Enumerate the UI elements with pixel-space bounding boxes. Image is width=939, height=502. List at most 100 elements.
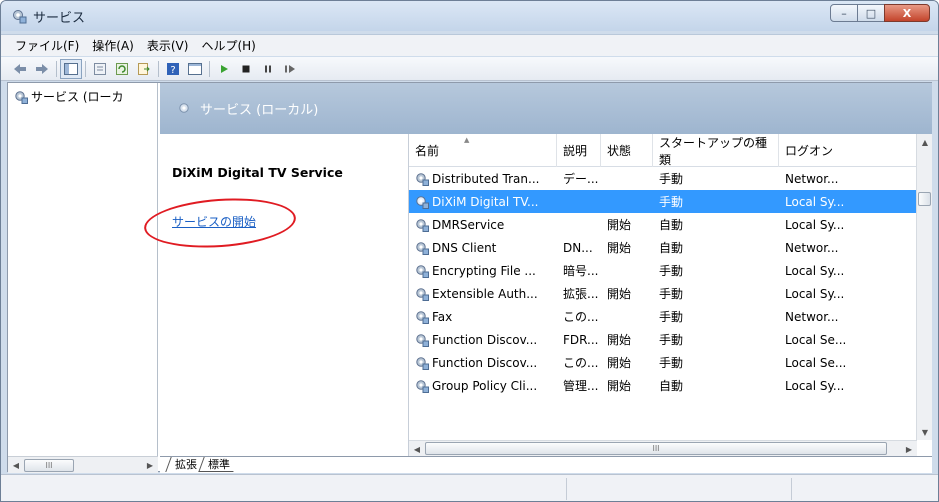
title-bar[interactable]: サービス – □ X bbox=[1, 1, 938, 31]
service-name-cell: DiXiM Digital TV... bbox=[409, 195, 557, 209]
service-startup-type: 手動 bbox=[659, 333, 684, 347]
service-name: Fax bbox=[432, 309, 453, 324]
service-logon: Local Sy... bbox=[785, 378, 845, 393]
services-window: サービス – □ X ファイル(F) 操作(A) 表示(V) ヘルプ(H) ? … bbox=[0, 0, 939, 502]
services-gear-icon bbox=[15, 90, 28, 104]
forward-arrow-icon[interactable] bbox=[31, 59, 53, 79]
service-name: Function Discov... bbox=[432, 355, 538, 370]
scroll-down-arrow-icon[interactable]: ▼ bbox=[917, 424, 933, 440]
service-name-cell: Fax bbox=[409, 310, 557, 324]
services-list: 名前 ▲ 説明 状態 スタートアップの種類 ログオン Distributed T… bbox=[408, 134, 932, 456]
table-row[interactable]: DiXiM Digital TV... 手動 Local Sy... bbox=[409, 190, 917, 213]
service-status: 開始 bbox=[607, 218, 632, 232]
table-row[interactable]: Encrypting File ... 暗号... 手動 Local Sy... bbox=[409, 259, 917, 282]
service-name-cell: Distributed Tran... bbox=[409, 172, 557, 186]
scroll-left-arrow-icon[interactable]: ◀ bbox=[409, 441, 425, 457]
service-name-cell: DNS Client bbox=[409, 241, 557, 255]
service-name-cell: DMRService bbox=[409, 218, 557, 232]
export-list-icon[interactable] bbox=[133, 59, 155, 79]
table-row[interactable]: Group Policy Cli... 管理... 開始 自動 Local Sy... bbox=[409, 374, 917, 397]
services-gear-icon bbox=[179, 102, 189, 113]
properties-icon[interactable] bbox=[89, 59, 111, 79]
column-header-description[interactable]: 説明 bbox=[557, 134, 601, 167]
menu-view[interactable]: 表示(V) bbox=[147, 37, 189, 54]
start-service-icon[interactable] bbox=[213, 59, 235, 79]
status-bar-divider bbox=[566, 478, 567, 500]
table-row[interactable]: Function Discov... この... 開始 手動 Local Se... bbox=[409, 351, 917, 374]
services-gear-icon bbox=[13, 10, 27, 24]
stop-service-icon[interactable] bbox=[235, 59, 257, 79]
service-status: 開始 bbox=[607, 287, 632, 301]
help-icon[interactable]: ? bbox=[162, 59, 184, 79]
main-client-area: サービス (ローカ ◀ III ▶ サービス (ローカル) DiXiM Digi… bbox=[7, 82, 932, 473]
service-description: この... bbox=[563, 356, 599, 370]
service-name: DiXiM Digital TV... bbox=[432, 194, 539, 209]
menu-help[interactable]: ヘルプ(H) bbox=[201, 37, 255, 54]
toolbar-separator bbox=[158, 60, 159, 77]
service-description: FDR... bbox=[563, 332, 599, 347]
table-row[interactable]: Extensible Auth... 拡張... 開始 手動 Local Sy... bbox=[409, 282, 917, 305]
pause-service-icon[interactable] bbox=[257, 59, 279, 79]
column-header-status[interactable]: 状態 bbox=[601, 134, 653, 167]
close-button[interactable]: X bbox=[884, 4, 930, 22]
service-status: 開始 bbox=[607, 356, 632, 370]
view-tabs: 拡張 標準 bbox=[160, 456, 932, 473]
vertical-scroll-thumb[interactable] bbox=[918, 192, 931, 206]
table-row[interactable]: Function Discov... FDR... 開始 手動 Local Se... bbox=[409, 328, 917, 351]
toolbar: ? bbox=[1, 57, 938, 81]
pane-banner: サービス (ローカル) bbox=[160, 83, 932, 134]
status-bar bbox=[1, 474, 938, 501]
window-title: サービス bbox=[33, 10, 86, 26]
scroll-left-arrow-icon[interactable]: ◀ bbox=[8, 457, 24, 473]
service-startup-type: 手動 bbox=[659, 287, 684, 301]
tree-scroll-thumb[interactable]: III bbox=[24, 458, 74, 472]
minimize-button[interactable]: – bbox=[830, 4, 858, 22]
details-pane: サービス (ローカル) DiXiM Digital TV Service サービ… bbox=[142, 83, 932, 473]
table-row[interactable]: Distributed Tran... デー... 手動 Networ... bbox=[409, 167, 917, 190]
service-logon: Local Sy... bbox=[785, 194, 845, 209]
service-logon: Networ... bbox=[785, 309, 839, 324]
service-startup-type: 自動 bbox=[659, 379, 684, 393]
service-name-cell: Extensible Auth... bbox=[409, 287, 557, 301]
column-header-startup-type[interactable]: スタートアップの種類 bbox=[653, 134, 779, 167]
horizontal-scroll-thumb[interactable]: III bbox=[425, 442, 887, 455]
back-arrow-icon[interactable] bbox=[9, 59, 31, 79]
column-header-name[interactable]: 名前 ▲ bbox=[409, 134, 557, 167]
service-logon: Local Se... bbox=[785, 332, 847, 347]
service-gear-icon bbox=[416, 356, 429, 370]
table-row[interactable]: DMRService 開始 自動 Local Sy... bbox=[409, 213, 917, 236]
refresh-icon[interactable] bbox=[111, 59, 133, 79]
restart-service-icon[interactable] bbox=[279, 59, 301, 79]
service-gear-icon bbox=[416, 379, 429, 393]
service-status: 開始 bbox=[607, 379, 632, 393]
console-icon[interactable] bbox=[184, 59, 206, 79]
service-startup-type: 自動 bbox=[659, 241, 684, 255]
svg-text:?: ? bbox=[170, 65, 175, 75]
maximize-button[interactable]: □ bbox=[857, 4, 885, 22]
scroll-right-arrow-icon[interactable]: ▶ bbox=[901, 441, 917, 457]
service-description: DN... bbox=[563, 240, 593, 255]
start-service-link[interactable]: サービスの開始 bbox=[172, 213, 256, 230]
list-header: 名前 ▲ 説明 状態 スタートアップの種類 ログオン bbox=[409, 134, 932, 167]
column-header-logon[interactable]: ログオン bbox=[779, 134, 901, 167]
table-row[interactable]: DNS Client DN... 開始 自動 Networ... bbox=[409, 236, 917, 259]
list-vertical-scrollbar[interactable]: ▲ ▼ bbox=[916, 134, 932, 440]
menu-action[interactable]: 操作(A) bbox=[92, 37, 134, 54]
scroll-right-arrow-icon[interactable]: ▶ bbox=[142, 457, 158, 473]
menu-file[interactable]: ファイル(F) bbox=[15, 37, 79, 54]
tab-standard[interactable]: 標準 bbox=[198, 457, 239, 472]
service-name-cell: Function Discov... bbox=[409, 333, 557, 347]
list-horizontal-scrollbar[interactable]: ◀ III ▶ bbox=[409, 440, 917, 456]
tree-node-services-local[interactable]: サービス (ローカ bbox=[14, 88, 124, 105]
scroll-up-arrow-icon[interactable]: ▲ bbox=[917, 134, 933, 150]
table-row[interactable]: Fax この... 手動 Networ... bbox=[409, 305, 917, 328]
tree-horizontal-scrollbar[interactable]: ◀ III ▶ bbox=[8, 456, 158, 473]
service-description: この... bbox=[563, 310, 599, 324]
console-tree: サービス (ローカ ◀ III ▶ bbox=[8, 83, 158, 473]
service-logon: Local Se... bbox=[785, 355, 847, 370]
service-startup-type: 手動 bbox=[659, 195, 684, 209]
show-console-tree-icon[interactable] bbox=[60, 58, 82, 79]
service-logon: Local Sy... bbox=[785, 286, 845, 301]
service-startup-type: 手動 bbox=[659, 172, 684, 186]
service-description: 暗号... bbox=[563, 264, 599, 278]
